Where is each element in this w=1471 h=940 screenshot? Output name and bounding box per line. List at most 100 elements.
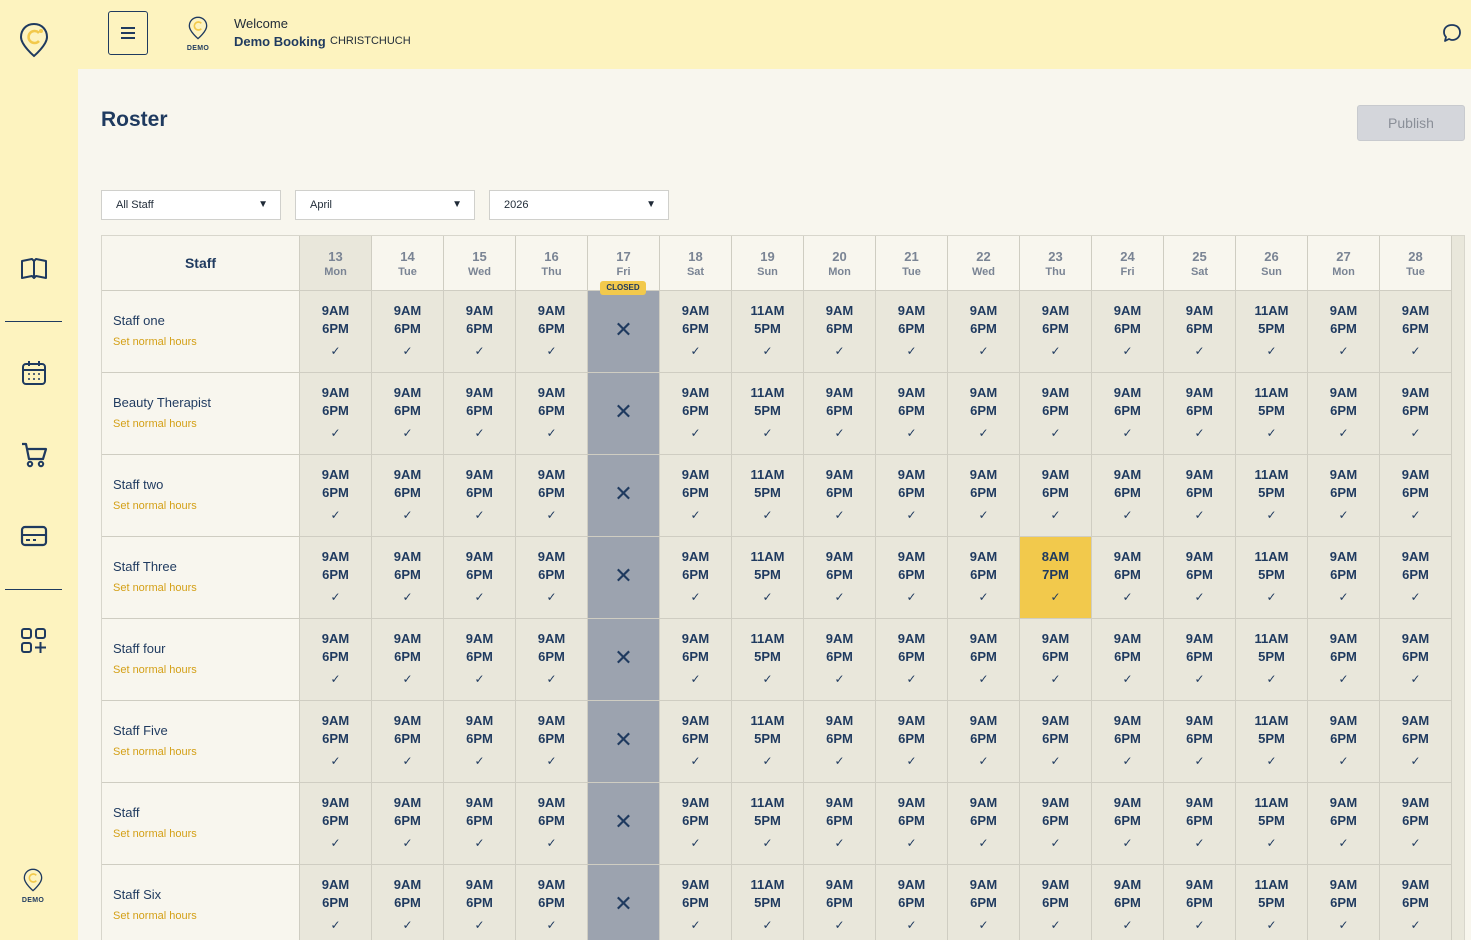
cart-icon[interactable] [19,440,49,470]
business-logo-icon[interactable]: DEMO [15,868,51,908]
shift-cell[interactable]: 9AM 6PM ✓ [1380,537,1452,619]
shift-cell[interactable]: 9AM 6PM ✓ [444,619,516,701]
menu-button[interactable] [108,11,148,55]
set-normal-hours-link[interactable]: Set normal hours [113,336,197,348]
apps-add-icon[interactable] [19,626,49,656]
shift-cell[interactable]: 9AM 6PM ✓ [1308,373,1380,455]
card-icon[interactable] [19,521,49,551]
shift-cell[interactable]: 9AM 6PM ✓ [804,291,876,373]
shift-cell[interactable]: 9AM 6PM ✓ [804,537,876,619]
shift-cell[interactable]: 9AM 6PM ✓ [660,373,732,455]
shift-cell[interactable]: 9AM 6PM ✓ [372,701,444,783]
shift-cell[interactable]: 9AM 6PM ✓ [1020,373,1092,455]
shift-cell[interactable]: 9AM 6PM ✓ [876,783,948,865]
shift-cell[interactable]: 9AM 6PM ✓ [300,373,372,455]
shift-cell[interactable]: 9AM 6PM ✓ [1308,619,1380,701]
shift-cell[interactable]: 8AM 7PM ✓ [1020,537,1092,619]
shift-cell[interactable]: 9AM 6PM ✓ [1164,865,1236,940]
shift-cell[interactable]: 9AM 6PM ✓ [1164,537,1236,619]
shift-cell[interactable]: 11AM 5PM ✓ [732,783,804,865]
shift-cell[interactable]: 9AM 6PM ✓ [444,373,516,455]
shift-cell[interactable]: 9AM 6PM ✓ [948,783,1020,865]
shift-cell[interactable]: 9AM 6PM ✓ [516,619,588,701]
shift-cell[interactable]: 9AM 6PM ✓ [1092,865,1164,940]
shift-cell[interactable]: 9AM 6PM ✓ [1164,455,1236,537]
shift-cell[interactable]: 9AM 6PM ✓ [804,701,876,783]
shift-cell[interactable]: 9AM 6PM ✓ [660,537,732,619]
closed-day-cell[interactable]: ✕ [588,783,660,865]
shift-cell[interactable]: 9AM 6PM ✓ [1308,783,1380,865]
shift-cell[interactable]: 9AM 6PM ✓ [1380,619,1452,701]
shift-cell[interactable]: 9AM 6PM ✓ [300,619,372,701]
shift-cell[interactable]: 11AM 5PM ✓ [732,619,804,701]
shift-cell[interactable]: 9AM 6PM ✓ [948,373,1020,455]
shift-cell[interactable]: 9AM 6PM ✓ [444,455,516,537]
shift-cell[interactable]: 9AM 6PM ✓ [1020,701,1092,783]
shift-cell[interactable]: 9AM 6PM ✓ [660,455,732,537]
shift-cell[interactable]: 9AM 6PM ✓ [1380,701,1452,783]
shift-cell[interactable]: 9AM 6PM ✓ [300,455,372,537]
shift-cell[interactable]: 9AM 6PM ✓ [1164,373,1236,455]
shift-cell[interactable]: 9AM 6PM ✓ [660,619,732,701]
shift-cell[interactable]: 9AM 6PM ✓ [372,865,444,940]
shift-cell[interactable]: 9AM 6PM ✓ [300,537,372,619]
shift-cell[interactable]: 9AM 6PM ✓ [948,455,1020,537]
shift-cell[interactable]: 9AM 6PM ✓ [300,783,372,865]
shift-cell[interactable]: 9AM 6PM ✓ [804,865,876,940]
shift-cell[interactable]: 9AM 6PM ✓ [372,783,444,865]
shift-cell[interactable]: 9AM 6PM ✓ [1380,783,1452,865]
shift-cell[interactable]: 9AM 6PM ✓ [804,373,876,455]
shift-cell[interactable]: 9AM 6PM ✓ [1164,619,1236,701]
shift-cell[interactable]: 9AM 6PM ✓ [516,865,588,940]
shift-cell[interactable]: 9AM 6PM ✓ [948,619,1020,701]
shift-cell[interactable]: 9AM 6PM ✓ [1020,619,1092,701]
shift-cell[interactable]: 11AM 5PM ✓ [1236,619,1308,701]
shift-cell[interactable]: 9AM 6PM ✓ [1308,291,1380,373]
shift-cell[interactable]: 9AM 6PM ✓ [444,291,516,373]
shift-cell[interactable]: 9AM 6PM ✓ [1092,783,1164,865]
shift-cell[interactable]: 9AM 6PM ✓ [444,783,516,865]
closed-day-cell[interactable]: ✕ [588,701,660,783]
book-icon[interactable] [19,254,49,284]
shift-cell[interactable]: 9AM 6PM ✓ [804,783,876,865]
shift-cell[interactable]: 9AM 6PM ✓ [1092,537,1164,619]
shift-cell[interactable]: 9AM 6PM ✓ [516,455,588,537]
shift-cell[interactable]: 9AM 6PM ✓ [1092,455,1164,537]
shift-cell[interactable]: 9AM 6PM ✓ [1308,865,1380,940]
shift-cell[interactable]: 9AM 6PM ✓ [444,701,516,783]
shift-cell[interactable]: 11AM 5PM ✓ [732,537,804,619]
shift-cell[interactable]: 9AM 6PM ✓ [876,865,948,940]
shift-cell[interactable]: 11AM 5PM ✓ [1236,701,1308,783]
shift-cell[interactable]: 9AM 6PM ✓ [1092,619,1164,701]
shift-cell[interactable]: 11AM 5PM ✓ [1236,537,1308,619]
shift-cell[interactable]: 9AM 6PM ✓ [444,865,516,940]
shift-cell[interactable]: 9AM 6PM ✓ [516,373,588,455]
shift-cell[interactable]: 9AM 6PM ✓ [1092,701,1164,783]
shift-cell[interactable]: 9AM 6PM ✓ [948,701,1020,783]
shift-cell[interactable]: 9AM 6PM ✓ [300,701,372,783]
shift-cell[interactable]: 9AM 6PM ✓ [516,291,588,373]
shift-cell[interactable]: 9AM 6PM ✓ [660,783,732,865]
calendar-icon[interactable] [19,358,49,388]
closed-day-cell[interactable]: ✕ [588,373,660,455]
shift-cell[interactable]: 9AM 6PM ✓ [660,865,732,940]
shift-cell[interactable]: 9AM 6PM ✓ [1164,783,1236,865]
shift-cell[interactable]: 9AM 6PM ✓ [948,291,1020,373]
year-select[interactable]: 2026 ▼ [489,190,669,220]
publish-button[interactable]: Publish [1357,105,1465,141]
shift-cell[interactable]: 11AM 5PM ✓ [732,865,804,940]
set-normal-hours-link[interactable]: Set normal hours [113,500,197,512]
closed-day-cell[interactable]: ✕ [588,865,660,940]
shift-cell[interactable]: 9AM 6PM ✓ [1380,455,1452,537]
shift-cell[interactable]: 9AM 6PM ✓ [1164,291,1236,373]
shift-cell[interactable]: 9AM 6PM ✓ [876,455,948,537]
shift-cell[interactable]: 9AM 6PM ✓ [876,701,948,783]
set-normal-hours-link[interactable]: Set normal hours [113,910,197,922]
staff-filter-select[interactable]: All Staff ▼ [101,190,281,220]
shift-cell[interactable]: 11AM 5PM ✓ [732,291,804,373]
shift-cell[interactable]: 9AM 6PM ✓ [660,291,732,373]
shift-cell[interactable]: 9AM 6PM ✓ [516,537,588,619]
shift-cell[interactable]: 9AM 6PM ✓ [1308,537,1380,619]
set-normal-hours-link[interactable]: Set normal hours [113,664,197,676]
shift-cell[interactable]: 9AM 6PM ✓ [1308,455,1380,537]
